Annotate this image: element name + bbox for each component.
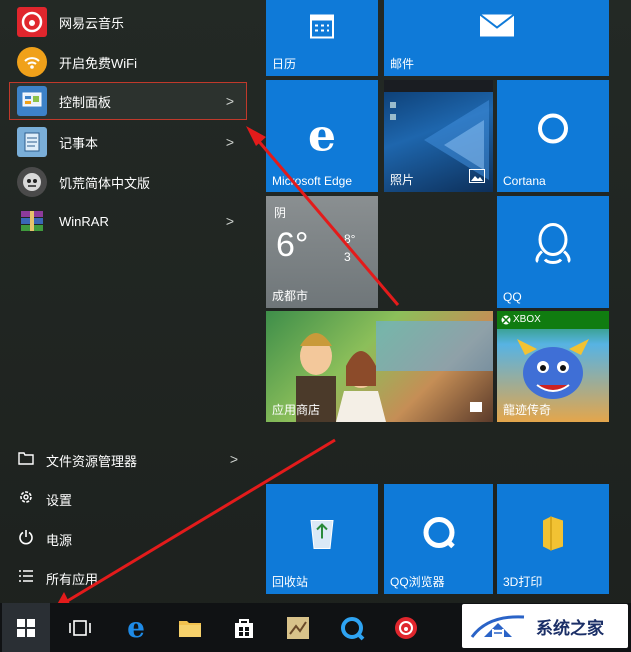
dragon-art [517,339,589,399]
tile-label: 日历 [272,57,297,71]
tile-label: 回收站 [272,575,309,589]
app-label: 记事本 [59,135,99,151]
edge-icon: e [308,110,336,162]
xbox-icon [501,315,511,325]
task-view-button[interactable] [56,603,104,652]
system-item-label: 设置 [46,492,73,508]
all-apps-icon [16,568,36,588]
photos-icon [469,169,485,186]
chevron-right-icon[interactable]: > [226,134,234,150]
system-item-label: 所有应用 [46,571,99,587]
tile-calendar[interactable]: 日历 [266,0,378,76]
recycle-bin-icon [307,514,337,553]
settings-item[interactable]: 设置 [16,484,246,514]
tile-cortana[interactable]: Cortana [497,80,609,192]
tile-store[interactable]: 应用商店 [266,311,493,422]
mail-icon [478,14,515,41]
app-label: 控制面板 [59,94,112,110]
tile-label: 应用商店 [272,403,321,417]
qq-penguin-icon [533,222,573,271]
settings-icon [16,489,36,509]
netease-taskbar-button[interactable] [382,603,430,652]
notepad-icon [17,127,47,157]
edge-taskbar-button[interactable]: e [112,603,160,652]
tile-label: 龍迹传奇 [503,403,552,417]
file-explorer-icon [16,451,36,469]
control-panel-icon [17,86,47,116]
power-icon [16,529,36,549]
calendar-icon [309,11,335,44]
tile-recycle-bin[interactable]: 回收站 [266,484,378,594]
app-label: 开启免费WiFi [59,55,137,71]
winrar-icon [17,206,47,236]
file-explorer-item[interactable]: 文件资源管理器 > [16,445,246,475]
tile-weather[interactable]: 阴 6° 8° 3 成都市 [266,196,378,308]
tile-qq-browser[interactable]: QQ浏览器 [384,484,493,594]
system-item-label: 文件资源管理器 [46,453,138,469]
site-watermark: 系统之家 [462,604,628,648]
store-taskbar-button[interactable] [220,603,268,652]
app-label: 饥荒简体中文版 [59,175,151,191]
tile-label: QQ [503,290,522,304]
tile-label: 成都市 [272,289,309,303]
folder-icon [179,620,201,637]
app-item-dont-starve[interactable]: 饥荒简体中文版 [10,164,246,200]
weather-low: 3 [344,250,351,264]
app-item-free-wifi[interactable]: 开启免费WiFi [10,44,246,80]
tile-label: QQ浏览器 [390,575,445,589]
task-view-icon [69,619,91,636]
qq-browser-taskbar-button[interactable] [328,603,376,652]
dont-starve-icon [17,167,47,197]
tile-mail[interactable]: 邮件 [384,0,609,76]
netease-music-icon [17,7,47,37]
tile-qq[interactable]: QQ [497,196,609,308]
3d-builder-icon [540,514,566,553]
system-item-label: 电源 [46,532,73,548]
edge-icon: e [127,611,145,644]
start-button[interactable] [2,603,50,652]
start-menu-screen: 网易云音乐 开启免费WiFi 控制面板 > 记事本 > 饥荒简体中文版 WinR… [0,0,631,652]
store-icon [469,399,483,416]
tile-label: 3D打印 [503,575,543,589]
app-label: WinRAR [59,213,109,229]
xbox-badge: XBOX [497,311,609,329]
cortana-icon [536,112,570,149]
app-label: 网易云音乐 [59,15,125,31]
app-taskbar-button[interactable] [274,603,322,652]
tile-3d-builder[interactable]: 3D打印 [497,484,609,594]
watermark-text: 系统之家 [536,618,604,639]
tile-photos[interactable]: 照片 [384,80,493,192]
chevron-right-icon[interactable]: > [226,213,234,229]
tile-label: Cortana [503,174,546,188]
all-apps-item[interactable]: 所有应用 [16,563,246,593]
watermark-logo [470,615,525,638]
tile-label: 邮件 [390,57,415,71]
netease-music-icon [395,616,417,639]
app-item-winrar[interactable]: WinRAR > [10,203,246,239]
windows-logo-icon [17,618,35,637]
tile-label: 照片 [390,173,415,187]
weather-high: 8° [344,232,356,246]
tile-game[interactable]: XBOX 龍迹传奇 [497,311,609,422]
weather-condition: 阴 [274,206,287,220]
map-app-icon [287,616,309,639]
chevron-right-icon[interactable]: > [226,93,234,109]
tile-edge[interactable]: e Microsoft Edge [266,80,378,192]
app-item-netease-music[interactable]: 网易云音乐 [10,4,246,40]
power-item[interactable]: 电源 [16,524,246,554]
store-bag-icon [235,618,253,638]
app-item-notepad[interactable]: 记事本 > [10,124,246,160]
wifi-icon [17,47,47,77]
app-item-control-panel[interactable]: 控制面板 > [9,82,247,120]
weather-temp: 6° [276,226,309,264]
qq-browser-icon [341,616,365,640]
file-explorer-taskbar-button[interactable] [166,603,214,652]
qq-browser-icon [421,514,457,553]
chevron-right-icon[interactable]: > [230,451,238,467]
tile-label: Microsoft Edge [272,174,353,188]
